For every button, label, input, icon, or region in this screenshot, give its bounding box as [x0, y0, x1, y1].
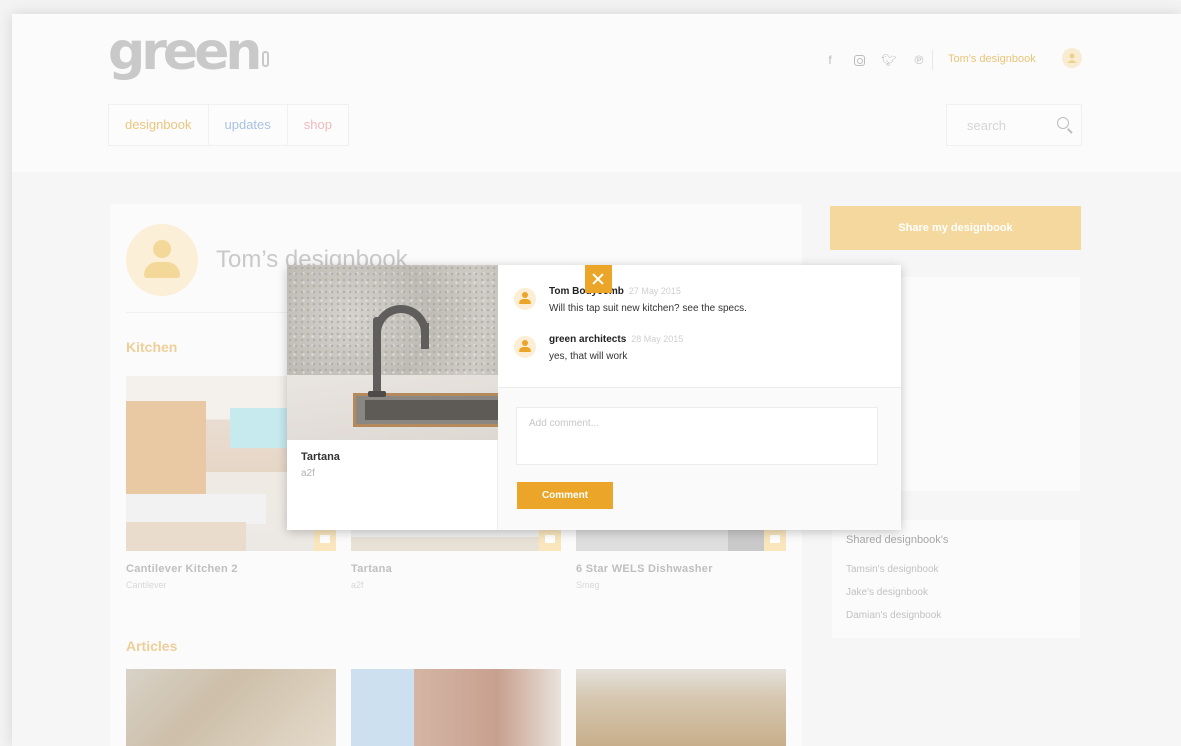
article-image[interactable]: [126, 669, 336, 746]
add-comment-input[interactable]: [516, 407, 878, 465]
modal-comments-panel: Tom Bodycomb27 May 2015 Will this tap su…: [498, 265, 901, 530]
main-nav: designbook updates shop: [108, 104, 349, 146]
shared-designbook-link[interactable]: Tamsin's designbook: [846, 564, 939, 575]
comment-author-name: green architects: [549, 334, 627, 345]
user-avatar-icon: [514, 288, 536, 310]
nav-shop[interactable]: shop: [288, 105, 349, 145]
shared-designbooks-panel: Shared designbook's Tamsin's designbook …: [832, 520, 1080, 638]
share-designbook-button[interactable]: Share my designbook: [830, 206, 1081, 250]
logo-mark-icon: [262, 51, 270, 67]
comment-text: yes, that will work: [549, 351, 628, 362]
comment-icon[interactable]: [539, 529, 561, 551]
article-image[interactable]: [576, 669, 786, 746]
instagram-icon[interactable]: [854, 54, 865, 66]
comment-modal: Tartana a2f Tom Bodycomb27 May 2015 Will…: [287, 265, 901, 530]
product-name: Cantilever Kitchen 2: [126, 563, 238, 575]
product-brand: Cantilever: [126, 580, 167, 590]
comment-date: 28 May 2015: [631, 334, 684, 344]
search-icon[interactable]: [1057, 117, 1069, 129]
comment-author: green architects 28 May 2015: [549, 334, 683, 345]
search-input[interactable]: [947, 105, 1047, 145]
section-title-articles: Articles: [126, 638, 178, 654]
site-header: green f 🐦︎ ℗ Tom's designbook designbook…: [12, 14, 1181, 172]
user-avatar-icon: [514, 336, 536, 358]
modal-product-panel: Tartana a2f: [287, 265, 498, 530]
article-card[interactable]: [576, 669, 786, 746]
comment-text: Will this tap suit new kitchen? see the …: [549, 303, 747, 314]
comment-author: Tom Bodycomb27 May 2015: [549, 286, 681, 297]
comment-date: 27 May 2015: [628, 286, 681, 296]
product-name: 6 Star WELS Dishwasher: [576, 563, 713, 575]
facebook-icon[interactable]: f: [824, 53, 836, 67]
nav-designbook[interactable]: designbook: [109, 105, 209, 145]
modal-product-brand: a2f: [301, 468, 315, 479]
site-logo[interactable]: green: [108, 22, 270, 82]
product-name: Tartana: [351, 563, 393, 575]
profile-avatar: [126, 224, 198, 296]
product-photo: [287, 265, 498, 440]
shared-designbooks-title: Shared designbook's: [846, 534, 949, 546]
comment-icon[interactable]: [314, 529, 336, 551]
pinterest-icon[interactable]: ℗: [913, 53, 925, 67]
search-box: [946, 104, 1082, 146]
logo-text: green: [108, 22, 262, 82]
nav-updates[interactable]: updates: [209, 105, 288, 145]
comment-thread: Tom Bodycomb27 May 2015 Will this tap su…: [498, 265, 901, 388]
article-card[interactable]: [126, 669, 336, 746]
product-brand: Smeg: [576, 580, 600, 590]
social-links: f 🐦︎ ℗: [824, 53, 925, 67]
modal-product-name: Tartana: [301, 451, 340, 463]
shared-designbook-link[interactable]: Jake's designbook: [846, 587, 928, 598]
twitter-icon[interactable]: 🐦︎: [881, 53, 896, 67]
comment-submit-button[interactable]: Comment: [517, 482, 613, 509]
comment-icon[interactable]: [764, 529, 786, 551]
article-card[interactable]: [351, 669, 561, 746]
section-title-kitchen: Kitchen: [126, 339, 178, 355]
user-avatar-icon[interactable]: [1062, 48, 1082, 68]
shared-designbook-link[interactable]: Damian's designbook: [846, 610, 941, 621]
close-modal-button[interactable]: [585, 265, 612, 293]
product-brand: a2f: [351, 580, 364, 590]
user-designbook-link[interactable]: Tom's designbook: [948, 53, 1036, 65]
article-image[interactable]: [351, 669, 561, 746]
header-divider: [932, 50, 933, 70]
